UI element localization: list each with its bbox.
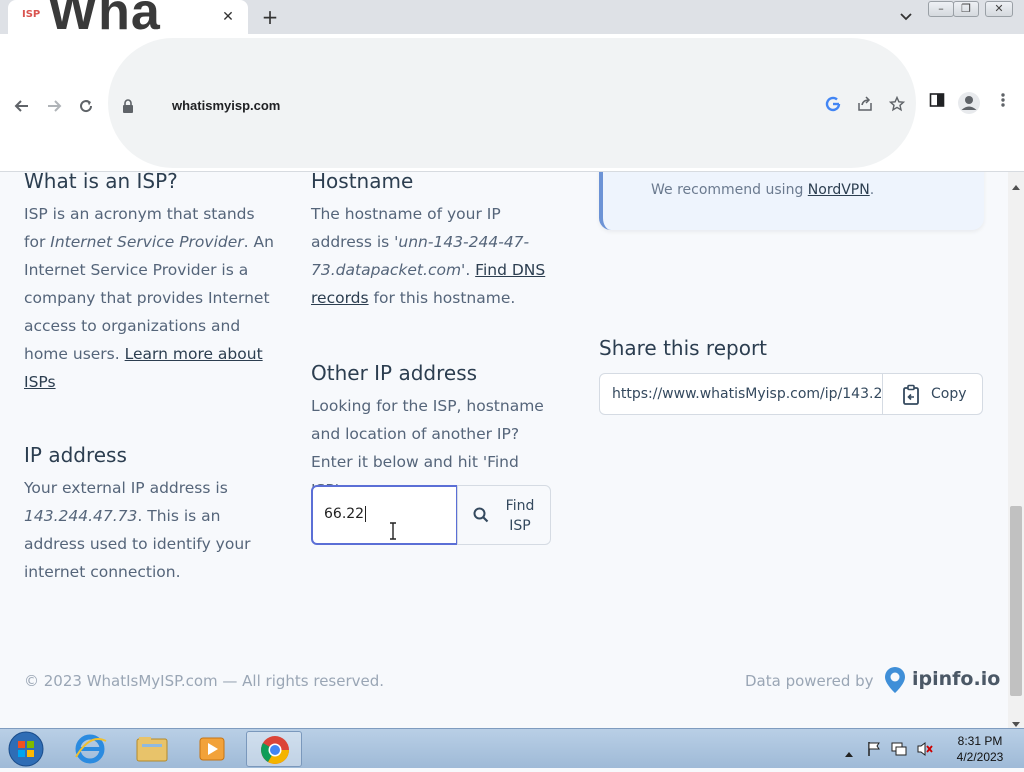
tab-title: Wha [48,0,161,34]
tab-search-chevron-icon[interactable] [896,6,916,26]
ipinfo-pin-icon [883,666,907,698]
ip-address-value: 143.244.47.73 [24,507,138,525]
lock-icon [122,98,134,113]
forward-button[interactable] [40,92,68,120]
tab-favicon-icon: ISP [22,9,41,20]
new-tab-button[interactable]: + [258,5,282,29]
clipboard-icon [901,384,921,410]
find-isp-button[interactable]: Find ISP [457,485,551,545]
internet-explorer-icon[interactable] [62,731,118,767]
mouse-ibeam-cursor-icon [388,522,398,544]
share-section: Share this report [599,336,984,360]
taskbar: 8:31 PM 4/2/2023 [0,728,1024,768]
copy-button[interactable]: Copy [882,373,983,415]
clock-time: 8:31 PM [957,734,1003,748]
isp-text-italic: Internet Service Provider [50,233,244,251]
volume-muted-icon[interactable] [916,741,934,761]
browser-toolbar: whatismyisp.com [0,34,1024,172]
ip-input-value: 66.22 [324,506,365,522]
other-ip-heading: Other IP address [311,361,478,385]
ip-description: Your external IP address is 143.244.47.7… [24,474,274,586]
footer-powered-by: Data powered by [745,672,874,690]
chrome-taskbar-button[interactable] [246,731,302,767]
scroll-thumb[interactable] [1010,506,1022,696]
google-icon[interactable] [822,96,844,118]
ip-text-1: Your external IP address is [24,479,228,497]
clock-date: 4/2/2023 [956,750,1004,764]
hostname-section: Hostname The hostname of your IP address… [311,172,551,312]
ipinfo-brand[interactable]: ipinfo.io [912,668,1000,690]
isp-heading: What is an ISP? [24,172,178,193]
action-center-flag-icon[interactable] [866,741,882,761]
isp-description: ISP is an acronym that stands for Intern… [24,200,274,396]
network-icon[interactable] [890,741,908,761]
find-isp-label: Find ISP [505,498,535,534]
show-hidden-icons-arrow-icon[interactable] [844,743,854,762]
tab-strip: ISP Wha ✕ + – ❐ ✕ [0,0,1024,34]
nordvpn-recommendation: We recommend using NordVPN. [599,172,984,230]
text-cursor [365,506,367,522]
menu-kebab-icon[interactable] [992,92,1014,114]
browser-tab[interactable]: ISP Wha ✕ [8,0,248,34]
start-button[interactable] [6,730,46,768]
search-icon [472,506,490,528]
restore-button[interactable]: ❐ [953,1,979,17]
side-panel-icon[interactable] [926,92,948,114]
scroll-up-arrow-icon[interactable] [1011,176,1021,195]
isp-text-2: . An Internet Service Provider is a comp… [24,233,274,363]
reload-button[interactable] [72,92,100,120]
nordvpn-tail: . [869,182,875,198]
media-player-icon[interactable] [184,731,240,767]
address-bar[interactable]: whatismyisp.com [108,38,916,168]
nordvpn-prefix: We recommend using [651,182,808,198]
profile-avatar-icon[interactable] [958,92,980,114]
file-explorer-icon[interactable] [124,731,180,767]
footer-copyright: © 2023 WhatIsMyISP.com — All rights rese… [24,672,385,690]
other-ip-section: Other IP address Looking for the ISP, ho… [311,361,551,504]
hostname-text-3: for this hostname. [368,289,516,307]
tab-close-icon[interactable]: ✕ [218,7,238,27]
hostname-text-2: . [465,261,476,279]
close-window-button[interactable]: ✕ [985,1,1013,17]
back-button[interactable] [8,92,36,120]
share-icon[interactable] [854,96,876,118]
nordvpn-text: We recommend using NordVPN. [651,182,874,198]
minimize-button[interactable]: – [928,1,954,17]
share-heading: Share this report [599,336,768,360]
hostname-description: The hostname of your IP address is 'unn-… [311,200,551,312]
system-clock[interactable]: 8:31 PM 4/2/2023 [940,733,1020,765]
ip-search-input[interactable]: 66.22 [311,485,458,545]
page-scrollbar[interactable] [1008,172,1024,728]
bookmark-star-icon[interactable] [886,95,908,118]
hostname-heading: Hostname [311,172,414,193]
ip-section: IP address Your external IP address is 1… [24,443,274,586]
url-text[interactable]: whatismyisp.com [172,98,280,113]
nordvpn-link[interactable]: NordVPN [808,182,870,198]
page-content: We recommend using NordVPN. What is an I… [0,172,1008,728]
share-url-field[interactable]: https://www.whatisMyisp.com/ip/143.24 [599,373,883,415]
ip-heading: IP address [24,443,127,467]
copy-label: Copy [931,386,967,402]
isp-section: What is an ISP? ISP is an acronym that s… [24,172,274,396]
